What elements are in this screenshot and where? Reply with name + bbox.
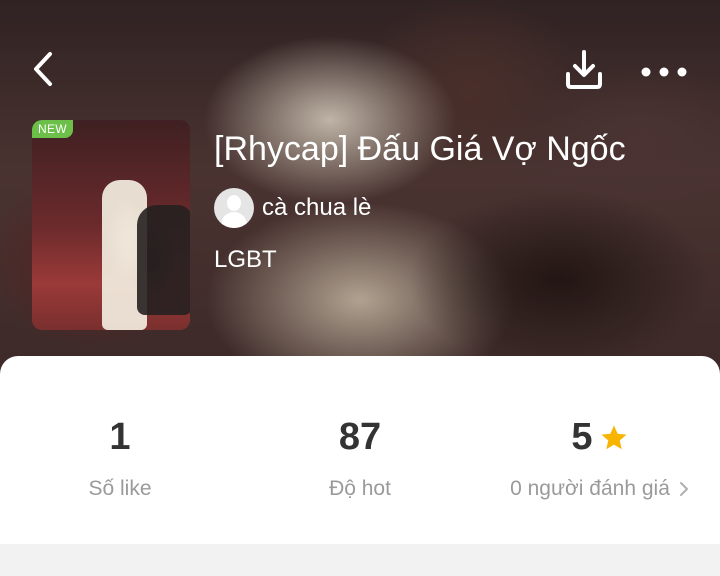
likes-count: 1 (109, 416, 131, 458)
hot-label: Độ hot (329, 477, 391, 500)
rating-count-label: 0 người đánh giá (510, 477, 670, 500)
rating-value: 5 (571, 416, 593, 458)
likes-stat: 1 Số like (0, 416, 240, 501)
author-name: cà chua lè (262, 194, 372, 221)
bottom-spacer (0, 544, 720, 576)
chevron-right-icon (679, 482, 688, 496)
author-avatar (214, 188, 254, 228)
more-options-button[interactable] (636, 54, 692, 90)
back-chevron-icon (34, 52, 52, 86)
download-icon (566, 50, 602, 89)
likes-label: Số like (88, 477, 152, 500)
top-bar (0, 0, 720, 140)
book-cover-image (32, 120, 190, 330)
book-title: [Rhycap] Đấu Giá Vợ Ngốc (214, 130, 626, 168)
star-icon (601, 425, 627, 449)
more-dots-icon (641, 67, 687, 77)
hot-stat: 87 Độ hot (240, 416, 480, 501)
back-button[interactable] (26, 46, 70, 92)
download-button[interactable] (560, 46, 608, 94)
new-badge: NEW (32, 120, 73, 138)
hot-count: 87 (338, 416, 382, 458)
stats-panel: 1 Số like 87 Độ hot 5 0 người đánh giá (0, 356, 720, 544)
rating-stat[interactable]: 5 0 người đánh giá (480, 416, 720, 501)
genre-tag[interactable]: LGBT (214, 246, 277, 274)
author-link[interactable]: cà chua lè (214, 188, 371, 228)
